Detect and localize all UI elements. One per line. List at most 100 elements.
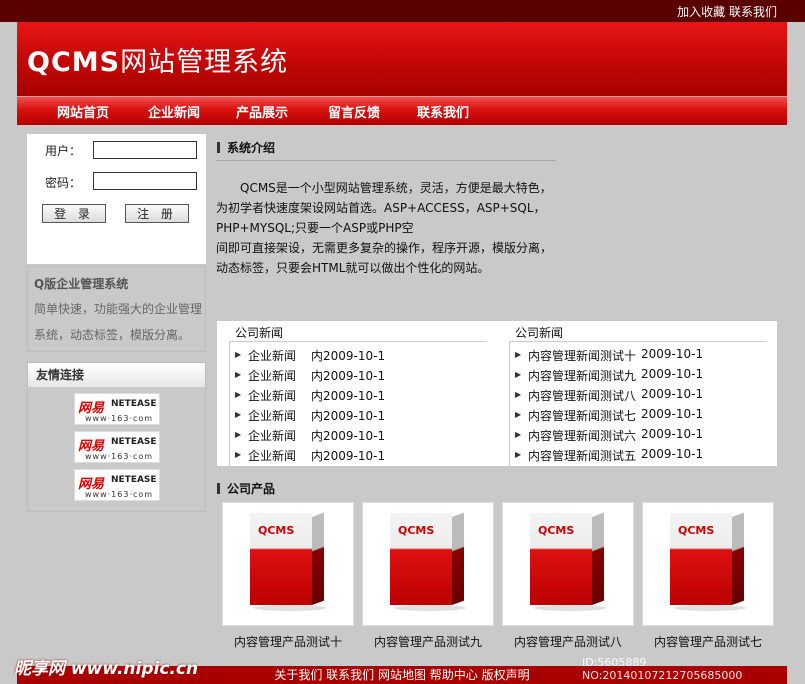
username-input[interactable] [93, 141, 197, 159]
site-title-cn: 网站管理系统 [120, 47, 289, 78]
news-title[interactable]: 企业新闻 [248, 387, 296, 404]
product-box-label: QCMS [398, 524, 435, 537]
password-input[interactable] [93, 172, 197, 190]
password-label: 密码： [45, 176, 82, 190]
nav-feedback[interactable]: 留言反馈 [328, 102, 380, 121]
login-panel: 用户： 密码： 登 录 注 册 [27, 134, 206, 264]
arrow-right-icon: ▶ [515, 410, 522, 419]
netease-logo-en: NETEASE [111, 475, 157, 485]
netease-logo-en: NETEASE [111, 399, 157, 409]
about-heading: Q版企业管理系统 [34, 277, 129, 291]
product-name[interactable]: 内容管理产品测试八 [502, 633, 634, 650]
arrow-right-icon: ▶ [515, 390, 522, 399]
arrow-right-icon: ▶ [235, 390, 242, 399]
netease-logo-link[interactable]: 网易 NETEASE www·163·com [74, 431, 160, 463]
news-date: 内2009-10-1 [311, 389, 386, 403]
nav-home[interactable]: 网站首页 [57, 102, 109, 121]
intro-divider [216, 160, 556, 161]
main-nav: 网站首页 企业新闻 产品展示 留言反馈 联系我们 [17, 96, 787, 125]
nav-products[interactable]: 产品展示 [236, 102, 288, 121]
news-date: 内2009-10-1 [311, 369, 386, 383]
netease-logo-url: www·163·com [85, 490, 154, 499]
intro-line: QCMS是一个小型网站管理系统，灵活，方便是最大特色， [240, 181, 552, 195]
news-date: 2009-10-1 [641, 427, 704, 441]
news-column-left: 公司新闻 ▶ 企业新闻 内2009-10-1 ▶ 企业新闻 内2009-10-1 ▶ 企业… [223, 321, 493, 466]
about-text: 简单快速，功能强大的企业管理系统，动态标签，模版分离。 [34, 302, 203, 342]
news-date: 内2009-10-1 [311, 429, 386, 443]
news-date: 2009-10-1 [641, 347, 704, 361]
product-card[interactable]: QCMS [362, 502, 494, 626]
nav-news[interactable]: 企业新闻 [148, 102, 200, 121]
product-card[interactable]: QCMS [222, 502, 354, 626]
product-name[interactable]: 内容管理产品测试七 [642, 633, 774, 650]
product-card[interactable]: QCMS [502, 502, 634, 626]
news-title[interactable]: 内容管理新闻测试八 [528, 387, 636, 404]
product-box-image: QCMS [390, 512, 466, 611]
news-title[interactable]: 内容管理新闻测试十 [528, 347, 636, 364]
netease-logo-link[interactable]: 网易 NETEASE www·163·com [74, 393, 160, 425]
news-vertical-divider [509, 341, 510, 466]
site-title-latin: QCMS [27, 47, 121, 78]
netease-logo-en: NETEASE [111, 437, 157, 447]
netease-logo-link[interactable]: 网易 NETEASE www·163·com [74, 469, 160, 501]
news-title[interactable]: 企业新闻 [248, 347, 296, 364]
arrow-right-icon: ▶ [235, 350, 242, 359]
intro-line: 动态标签，只要会HTML就可以做出个性化的网站。 [216, 261, 490, 275]
arrow-right-icon: ▶ [515, 430, 522, 439]
friend-links-heading: 友情连接 [28, 363, 205, 387]
news-date: 内2009-10-1 [311, 349, 386, 363]
arrow-right-icon: ▶ [235, 410, 242, 419]
news-title[interactable]: 内容管理新闻测试七 [528, 407, 636, 424]
news-date: 内2009-10-1 [311, 449, 386, 463]
product-box-label: QCMS [258, 524, 295, 537]
netease-logo-url: www·163·com [85, 414, 154, 423]
arrow-right-icon: ▶ [515, 450, 522, 459]
news-title[interactable]: 企业新闻 [248, 367, 296, 384]
news-heading: 公司新闻 [235, 326, 284, 340]
intro-line: PHP+MYSQL;只要一个ASP或PHP空 [216, 221, 414, 235]
login-button[interactable]: 登 录 [42, 204, 106, 223]
arrow-right-icon: ▶ [515, 350, 522, 359]
news-title[interactable]: 内容管理新闻测试六 [528, 427, 636, 444]
product-card[interactable]: QCMS [642, 502, 774, 626]
arrow-right-icon: ▶ [235, 450, 242, 459]
intro-line: 为初学者快速度架设网站首选。ASP+ACCESS，ASP+SQL， [216, 201, 546, 215]
news-vertical-divider [229, 341, 230, 466]
news-title[interactable]: 内容管理新闻测试九 [528, 367, 636, 384]
news-date: 2009-10-1 [641, 387, 704, 401]
news-divider [229, 341, 487, 342]
news-title[interactable]: 企业新闻 [248, 407, 296, 424]
nav-contact[interactable]: 联系我们 [417, 102, 469, 121]
intro-text: QCMS是一个小型网站管理系统，灵活，方便是最大特色， 为初学者快速度架设网站首… [216, 178, 561, 278]
about-panel: Q版企业管理系统 简单快速，功能强大的企业管理系统，动态标签，模版分离。 [27, 266, 206, 352]
news-heading: 公司新闻 [515, 326, 564, 340]
friend-links-panel: 友情连接 网易 NETEASE www·163·com 网易 NETEASE w… [27, 362, 206, 512]
netease-logo-url: www·163·com [85, 452, 154, 461]
product-name[interactable]: 内容管理产品测试十 [222, 633, 354, 650]
watermark-site: 昵享网 www.nipic.cn [14, 659, 199, 679]
news-column-right: 公司新闻 ▶ 内容管理新闻测试十 2009-10-1 ▶ 内容管理新闻测试九 2009-… [503, 321, 773, 466]
site-title: QCMS网站管理系统 [27, 40, 288, 79]
news-title[interactable]: 企业新闻 [248, 427, 296, 444]
site-banner: QCMS网站管理系统 [17, 22, 787, 96]
arrow-right-icon: ▶ [515, 370, 522, 379]
arrow-right-icon: ▶ [235, 430, 242, 439]
news-title[interactable]: 内容管理新闻测试五 [528, 447, 636, 464]
watermark-id: ID:5605889 NO:20140107212705685000 [582, 656, 743, 682]
product-box-image: QCMS [670, 512, 746, 611]
product-box-image: QCMS [250, 512, 326, 611]
news-date: 2009-10-1 [641, 407, 704, 421]
product-box-image: QCMS [530, 512, 606, 611]
product-box-label: QCMS [678, 524, 715, 537]
intro-line: 间即可直接架设，无需更多复杂的操作，程序开源，模版分离， [216, 241, 553, 255]
top-links[interactable]: 加入收藏 联系我们 [677, 3, 777, 20]
news-title[interactable]: 企业新闻 [248, 447, 296, 464]
top-bar: 加入收藏 联系我们 [0, 0, 805, 22]
arrow-right-icon: ▶ [235, 370, 242, 379]
username-label: 用户： [45, 144, 82, 158]
product-name[interactable]: 内容管理产品测试九 [362, 633, 494, 650]
news-date: 内2009-10-1 [311, 409, 386, 423]
news-date: 2009-10-1 [641, 447, 704, 461]
intro-heading: 系统介绍 [217, 139, 275, 156]
register-button[interactable]: 注 册 [125, 204, 189, 223]
